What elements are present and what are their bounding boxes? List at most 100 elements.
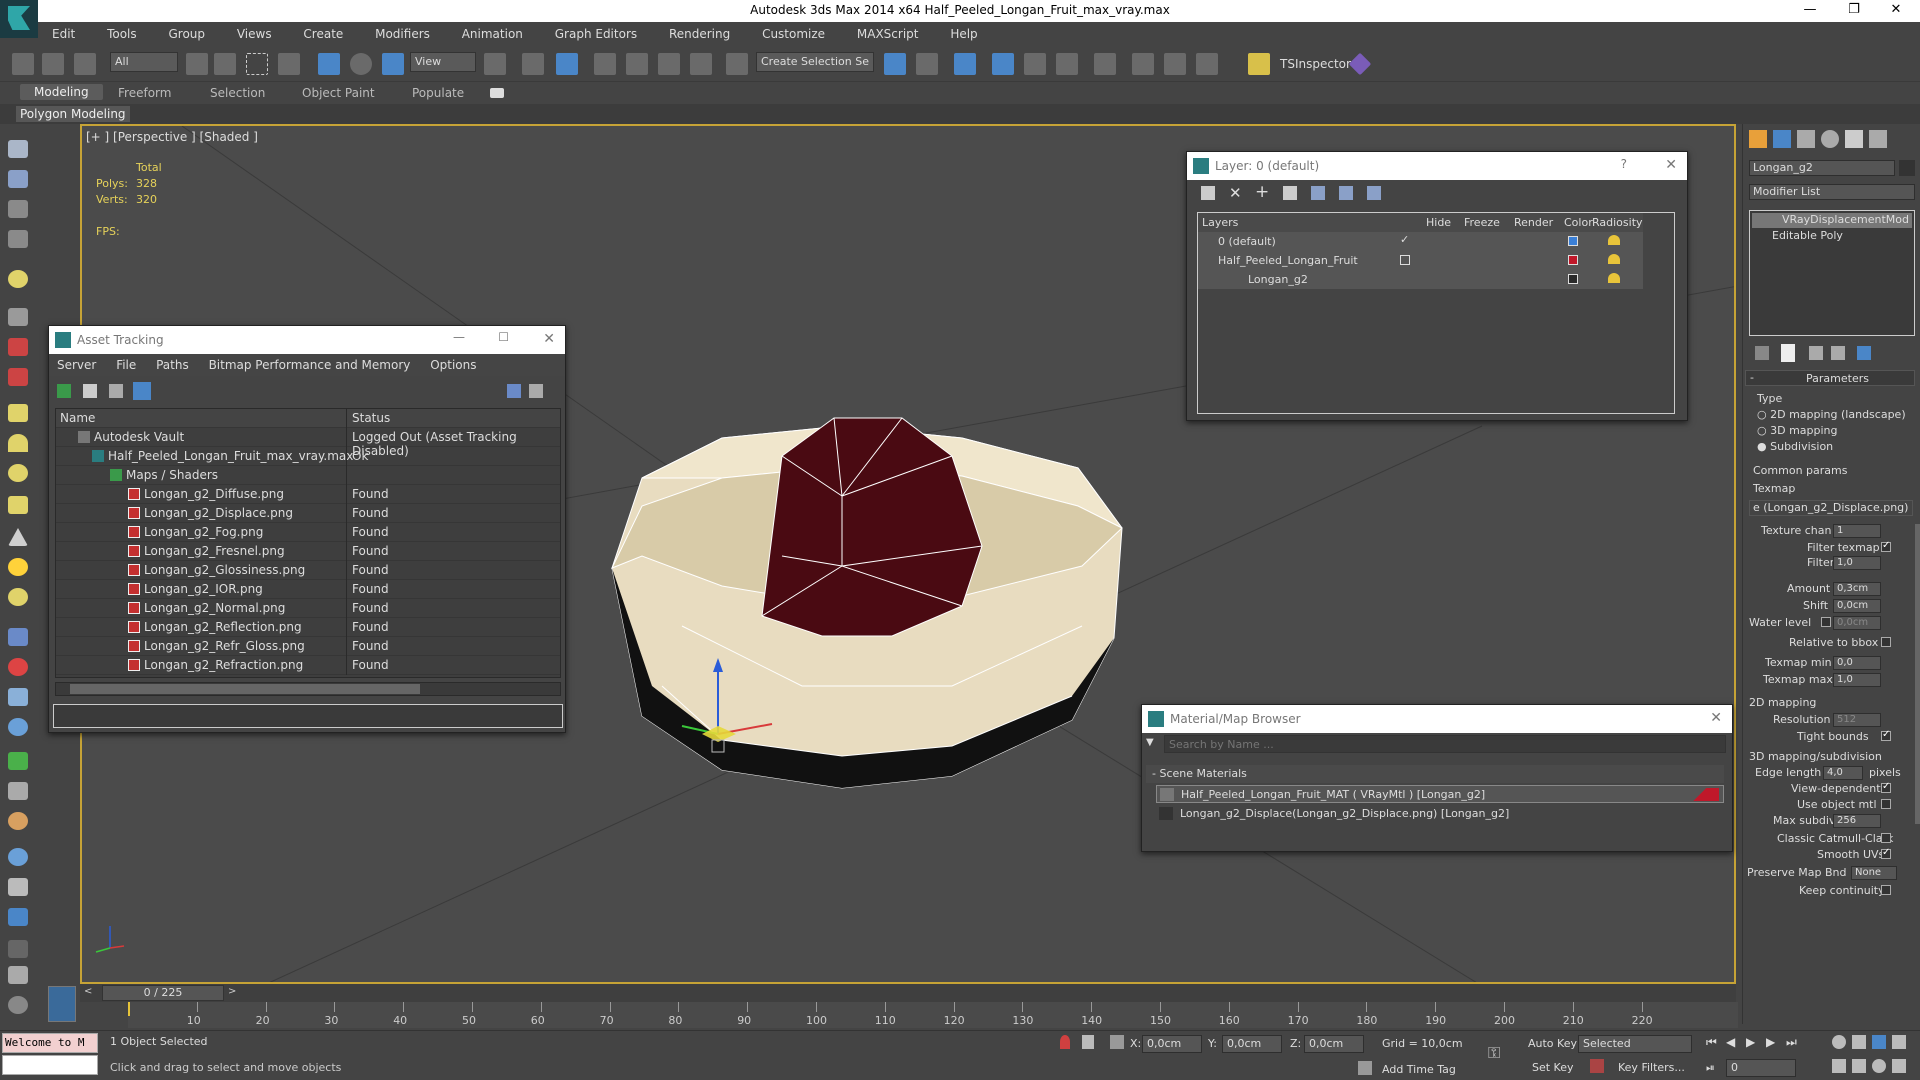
radiosity-icon[interactable] [1608, 273, 1620, 283]
menu-server[interactable]: Server [49, 354, 104, 372]
filter-texmap-checkbox[interactable] [1881, 540, 1891, 552]
maximize-button[interactable]: ❐ [1834, 2, 1874, 20]
polygon-modeling-label[interactable]: Polygon Modeling [16, 106, 130, 122]
settings-icon[interactable] [529, 384, 543, 398]
orbit-icon[interactable] [1872, 1059, 1886, 1073]
table-row[interactable]: Longan_g2_IOR.png Found [56, 580, 560, 599]
absolute-mode-icon[interactable] [1110, 1035, 1124, 1049]
table-row[interactable]: Autodesk Vault Logged Out (Asset Trackin… [56, 428, 560, 458]
pivot-icon[interactable] [484, 53, 506, 75]
table-row[interactable]: Longan_g2_Displace.png Found [56, 504, 560, 523]
uvw-icon[interactable] [8, 878, 28, 896]
lock-icon[interactable] [1082, 1035, 1094, 1049]
layer-manager-icon[interactable] [954, 53, 976, 75]
sphere-icon[interactable] [8, 464, 28, 482]
zoom-extents-icon[interactable] [1872, 1035, 1886, 1049]
resolution-spinner[interactable]: 512 [1833, 713, 1881, 727]
rendered-frame-icon[interactable] [1164, 53, 1186, 75]
list-view-icon[interactable] [83, 384, 97, 398]
table-row[interactable]: Longan_g2_Normal.png Found [56, 599, 560, 618]
use-object-mtl-checkbox[interactable] [1881, 799, 1891, 809]
close-button[interactable]: ✕ [1710, 710, 1722, 726]
col-freeze[interactable]: Freeze [1464, 216, 1500, 229]
menu-modifiers[interactable]: Modifiers [361, 22, 444, 41]
current-frame-field[interactable]: 0 [1726, 1059, 1796, 1077]
add-icon[interactable]: + [1255, 182, 1269, 202]
tab-populate[interactable]: Populate [412, 86, 464, 100]
menu-tools[interactable]: Tools [93, 22, 151, 41]
modifier-item[interactable]: Editable Poly [1752, 229, 1912, 244]
col-render[interactable]: Render [1514, 216, 1553, 229]
globe-icon[interactable] [8, 718, 28, 736]
x-coord-field[interactable]: 0,0cm [1142, 1035, 1202, 1053]
material-item[interactable]: Longan_g2_Displace(Longan_g2_Displace.pn… [1156, 805, 1724, 823]
texmap-max-spinner[interactable]: 1,0 [1833, 673, 1881, 687]
horizontal-scrollbar[interactable] [55, 682, 561, 696]
layer-row[interactable]: Half_Peeled_Longan_Fruit [1198, 251, 1643, 270]
menu-animation[interactable]: Animation [448, 22, 537, 41]
grid-icon[interactable] [8, 230, 28, 248]
close-button[interactable]: ✕ [1665, 157, 1677, 173]
link-icon[interactable] [12, 53, 34, 75]
maxscript-listener[interactable]: Welcome to M [2, 1033, 98, 1053]
viewport-label[interactable]: [+ ] [Perspective ] [Shaded ] [86, 130, 258, 144]
layer-titlebar[interactable]: Layer: 0 (default) ? ✕ [1187, 152, 1687, 180]
bind-spacewarp-icon[interactable] [74, 53, 96, 75]
make-unique-icon[interactable] [1809, 346, 1823, 360]
delete-icon[interactable]: ✕ [1229, 184, 1242, 202]
table-row[interactable]: Half_Peeled_Longan_Fruit_max_vray.max Ok [56, 447, 560, 466]
relative-bbox-checkbox[interactable] [1881, 637, 1891, 647]
thumbnail-view-icon[interactable] [109, 384, 123, 398]
modifier-list-dropdown[interactable]: Modifier List [1749, 184, 1915, 200]
go-to-start-icon[interactable]: ⏮ [1706, 1035, 1717, 1050]
object-color-swatch[interactable] [1899, 160, 1915, 176]
tab-modeling[interactable]: Modeling [20, 84, 103, 100]
help-button[interactable]: ? [1621, 157, 1627, 171]
max-subdivs-spinner[interactable]: 256 [1833, 814, 1881, 828]
radiosity-icon[interactable] [1608, 254, 1620, 264]
scene-materials-header[interactable]: - Scene Materials [1146, 765, 1724, 783]
highlight-icon[interactable] [1311, 186, 1325, 200]
close-button[interactable]: ✕ [543, 331, 555, 347]
table-row[interactable]: Longan_g2_Refr_Gloss.png Found [56, 637, 560, 656]
configure-sets-icon[interactable] [1857, 346, 1871, 360]
cone-icon[interactable] [8, 528, 28, 546]
menu-file[interactable]: File [108, 354, 144, 372]
menu-group[interactable]: Group [154, 22, 219, 41]
create-tab-icon[interactable] [1749, 130, 1767, 148]
ribbon-toggle-icon[interactable] [992, 53, 1014, 75]
layer-color-swatch[interactable] [1568, 236, 1578, 246]
modify-tab-icon[interactable] [1773, 130, 1791, 148]
prev-frame-icon[interactable]: < [84, 986, 98, 1000]
maxscript-output[interactable] [2, 1055, 98, 1075]
menu-graph-editors[interactable]: Graph Editors [541, 22, 651, 41]
scrollbar-thumb[interactable] [70, 684, 420, 694]
close-button[interactable]: ✕ [1876, 2, 1916, 20]
texmap-min-spinner[interactable]: 0,0 [1833, 656, 1881, 670]
radio-subdivision[interactable]: ● Subdivision [1757, 440, 1833, 453]
filter-icon[interactable]: ▼ [1146, 737, 1154, 748]
new-layer-icon[interactable] [1201, 186, 1215, 200]
path-field[interactable] [53, 704, 563, 728]
add-time-tag[interactable]: Add Time Tag [1382, 1063, 1456, 1076]
filter-blur-spinner[interactable]: 1,0 [1833, 556, 1881, 570]
viewport-icon[interactable] [8, 170, 28, 188]
keep-continuity-checkbox[interactable] [1881, 885, 1891, 895]
zoom-extents-all-icon[interactable] [1892, 1035, 1906, 1049]
active-layer-icon[interactable]: ✓ [1400, 233, 1409, 246]
asset-tracking-titlebar[interactable]: Asset Tracking — ☐ ✕ [49, 326, 565, 354]
minimize-button[interactable]: — [1790, 2, 1830, 20]
tsinspector-icon[interactable] [1248, 53, 1270, 75]
col-hide[interactable]: Hide [1426, 216, 1451, 229]
material-browser-titlebar[interactable]: Material/Map Browser ✕ [1142, 705, 1732, 733]
y-coord-field[interactable]: 0,0cm [1222, 1035, 1282, 1053]
key-filter-icon[interactable] [1590, 1059, 1604, 1073]
remove-modifier-icon[interactable] [1831, 346, 1845, 360]
amount-spinner[interactable]: 0,3cm [1833, 582, 1881, 596]
time-tag-icon[interactable] [1358, 1061, 1372, 1075]
expand-icon[interactable] [8, 940, 28, 958]
zoom-all-icon[interactable] [1852, 1035, 1866, 1049]
dome-icon[interactable] [8, 434, 28, 452]
table-row[interactable]: Longan_g2_Fresnel.png Found [56, 542, 560, 561]
lens-icon[interactable] [8, 308, 28, 326]
